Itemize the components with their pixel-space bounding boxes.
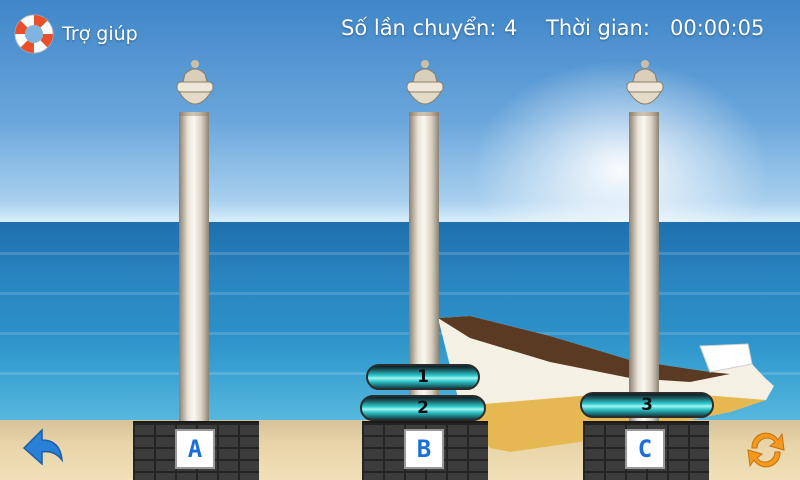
lifebuoy-icon [14,14,54,54]
help-label: Trợ giúp [62,23,138,45]
disk-2[interactable]: 2 [360,395,486,421]
peg-a-pillar[interactable] [176,60,214,424]
time-label: Thời gian: [546,16,650,40]
pillar-finial [406,60,444,105]
back-button[interactable] [20,422,66,472]
time-value: 00:00:05 [670,16,765,40]
pillar-finial [626,60,664,105]
peg-c-base[interactable]: C [583,421,709,480]
peg-c-pillar[interactable] [626,60,664,424]
restart-button[interactable] [744,428,788,476]
peg-a-base[interactable]: A [133,421,259,480]
peg-b-label: B [404,429,444,469]
restart-icon [747,432,785,468]
peg-c-label: C [625,429,665,469]
back-arrow-icon [22,428,63,466]
moves-label: Số lần chuyển: [341,16,497,40]
pillar-finial [176,60,214,105]
hud-bar: Trợ giúp Số lần chuyển: 4 Thời gian: 00:… [0,0,800,60]
disk-1[interactable]: 1 [366,364,480,390]
peg-b-base[interactable]: B [362,421,488,480]
game-scene: A B C 1 2 3 Trợ giúp Số lần chuyển: 4 Th… [0,0,800,480]
disk-3[interactable]: 3 [580,392,714,418]
moves-value: 4 [504,16,518,40]
peg-a-label: A [175,429,215,469]
help-button[interactable]: Trợ giúp [12,12,138,56]
